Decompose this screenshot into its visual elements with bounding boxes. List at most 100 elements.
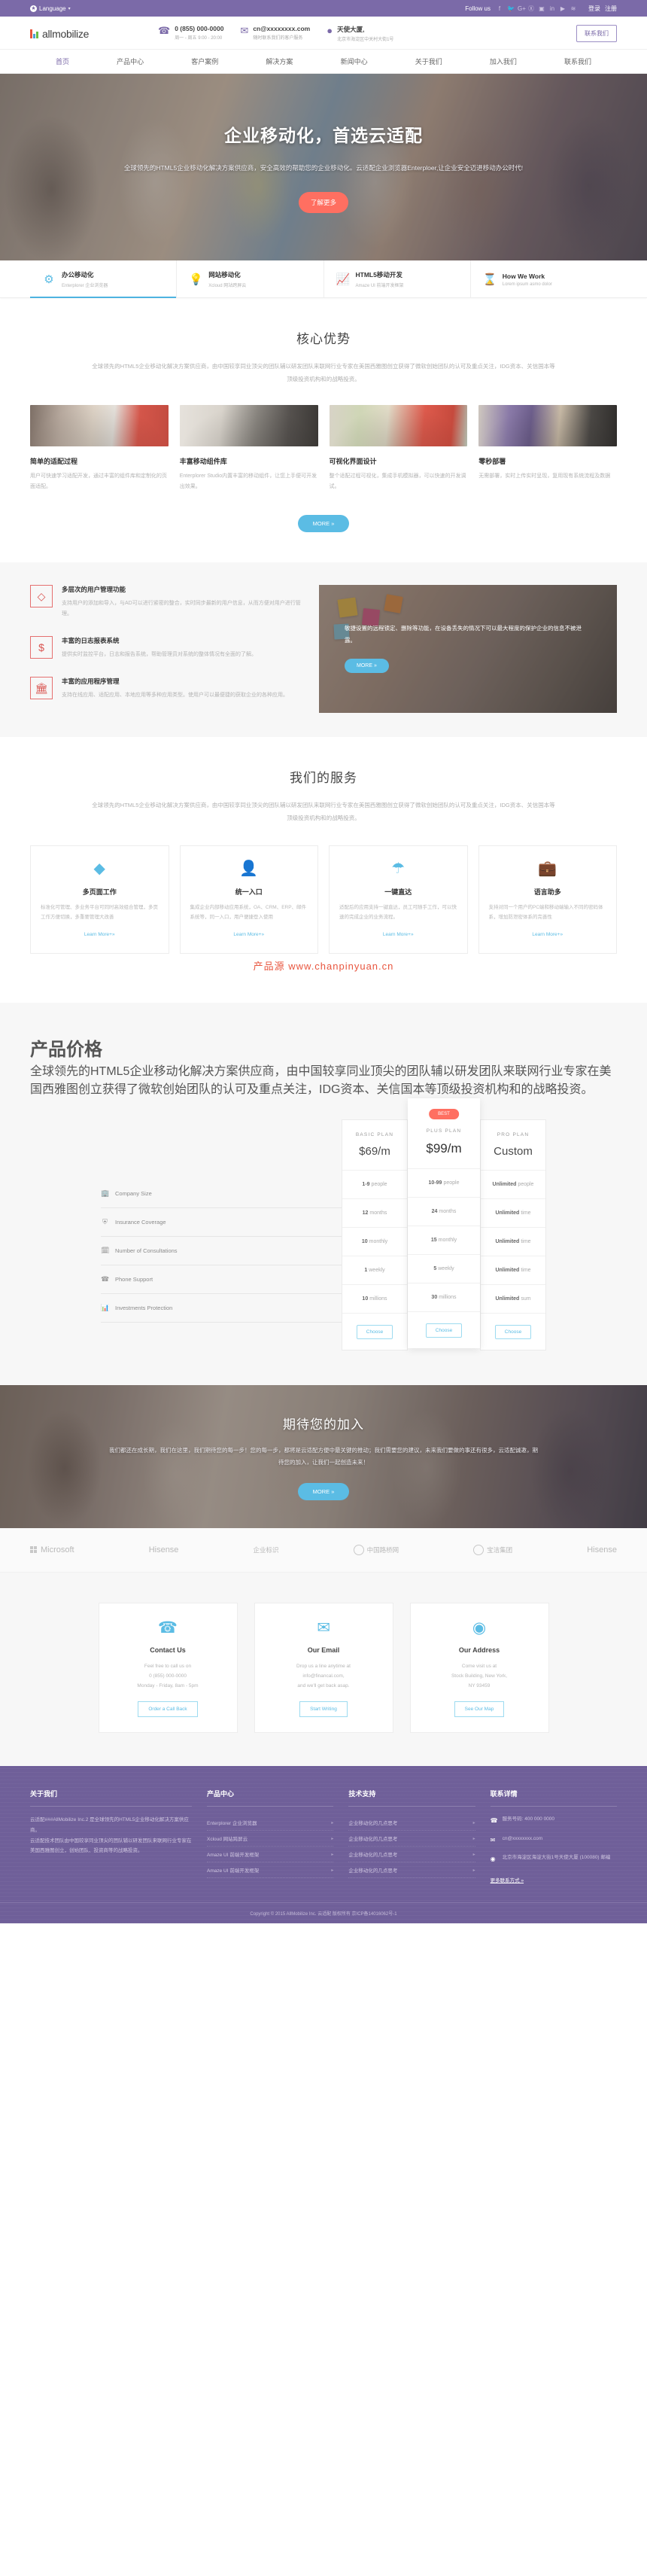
nav-item-about[interactable]: 关于我们 [412,50,445,73]
tab-how-we-work[interactable]: ⌛ How We Work Lorem ipsum asmo dolor [471,260,617,297]
chart-icon: 📊 [101,1304,110,1312]
plan-name: BASIC PLAN [355,1132,394,1138]
service-card-multilingual[interactable]: 💼 语言助多 支持对同一个用户的PC端和移动端输入不同的密码体系，增加防泄密体系… [478,845,617,955]
service-card-single-entry[interactable]: 👤 统一入口 集成企业内部移动应用系统，OA、CRM、ERP、邮件系统等，同一入… [179,845,318,955]
facebook-icon[interactable]: f [497,5,503,12]
footer-link[interactable]: 企业移动化的几点思考 ▸ [348,1862,475,1879]
nav-item-contact[interactable]: 联系我们 [561,50,594,73]
tab-html5-development[interactable]: 📈 HTML5移动开发 Amaze UI 前端开发框架 [324,260,471,297]
footer-link[interactable]: 企业移动化的几点思考 ▸ [348,1815,475,1832]
pricing-row-label: 🏢 Company Size [101,1180,342,1209]
seal-logo: 宝洁集团 [473,1545,512,1556]
feature-row-log-reports: $ 丰富的日志报表系统 提供实时监控平台，日志和报告系统，帮助管理员对系统的整体… [30,636,301,660]
cell-value: 24 [431,1209,438,1215]
feature-title: 丰富的应用程序管理 [62,677,120,685]
cell-value: 10-99 [428,1180,442,1186]
learn-more-link[interactable]: Learn More+» [84,932,115,937]
plan-cell: 10 monthly [342,1227,407,1256]
nav-item-cases[interactable]: 客户案例 [188,50,221,73]
card-title: 简单的适配过程 [30,458,78,465]
service-title: 语言助多 [533,888,561,896]
logo[interactable]: allmobilize [30,28,158,40]
more-contact-link[interactable]: 更多联系方式 » [491,1876,524,1883]
cell-value: Unlimited [495,1296,520,1302]
order-callback-button[interactable]: Order a Call Back [138,1701,198,1718]
plan-cell: 12 months [342,1198,407,1227]
windows-squares-icon [30,1546,38,1554]
instagram-icon[interactable]: ▣ [539,5,545,12]
pricing-plan-plus: BEST PLUS PLAN $99/m 10-99 people 24 month… [408,1098,480,1349]
cell-unit: millions [439,1295,457,1301]
youtube-icon[interactable]: ▶ [560,5,566,12]
footer-link[interactable]: 企业移动化的几点思考 ▸ [348,1831,475,1847]
cell-value: 15 [430,1238,437,1244]
card-body: Drop us a line anytime at info@financal.… [296,1664,351,1689]
watermark: 产品源 www.chanpinyuan.cn [30,958,617,973]
contact-text: 北京市海淀区海淀大街1号天使大厦 (100080) 邮编 [502,1854,611,1860]
join-more-button[interactable]: MORE » [297,1482,350,1500]
client-logos: Microsoft Hisense 企业标识 中国路桥网 宝洁集团 Hisens… [0,1528,647,1573]
cell-value: 10 [362,1296,369,1302]
register-link[interactable]: 注册 [605,5,617,13]
rss-icon[interactable]: ≋ [570,5,576,12]
learn-more-link[interactable]: Learn More+» [532,932,563,937]
nav-item-solutions[interactable]: 解决方案 [263,50,296,73]
feature-title: 丰富的日志报表系统 [62,637,120,644]
plan-cell: 1 weekly [342,1256,407,1284]
location-icon: ◉ [490,1855,496,1862]
nav-item-join[interactable]: 加入我们 [487,50,520,73]
user-icon: 👤 [239,860,259,877]
language-switcher[interactable]: ★ Language ▾ [30,5,71,12]
footer-link[interactable]: 企业移动化的几点思考 ▸ [348,1847,475,1863]
cell-value: 30 [431,1295,438,1301]
advantage-card[interactable]: 零秒部署 无需部署，实时上传实时呈现，复用现有系统流程及数据 [478,405,617,492]
pinterest-icon[interactable]: Ⓧ [528,5,534,13]
service-card-one-click[interactable]: ☂ 一键直达 适配后的应用支持一键直达，员工可随手工作，可以快速的完成企业的业务… [329,845,468,955]
link-label: 企业移动化的几点思考 [348,1868,398,1874]
header-contacts: ☎ 0 (855) 000-0000 周一 - 周五 9:00 - 20:00 … [158,25,576,42]
phone-icon: ☎ [101,1275,110,1283]
choose-plan-button[interactable]: Choose [356,1325,393,1340]
see-map-button[interactable]: See Our Map [454,1701,505,1718]
tab-office-mobilization[interactable]: ⚙ 办公移动化 Enterplorer 企业浏览器 [30,260,178,298]
contact-us-button[interactable]: 联系我们 [576,25,617,42]
nav-item-products[interactable]: 产品中心 [114,50,147,73]
advantage-card[interactable]: 可视化界面设计 整个适配过程可视化，集成手机模拟器，可以快速的开发调试。 [329,405,468,492]
choose-plan-button[interactable]: Choose [425,1323,463,1338]
tab-sub: Amaze UI 前端开发框架 [355,284,404,288]
service-card-multipage[interactable]: ◆ 多页面工作 标准化可管理、多业务平台可同时高效组合管理，多页工作方便切换，多… [30,845,169,955]
start-writing-button[interactable]: Start Writing [299,1701,348,1718]
twitter-icon[interactable]: 🐦 [507,5,515,12]
tab-website-mobilization[interactable]: 💡 网站移动化 Xcloud 网站跨屏云 [177,260,324,297]
card-title: 可视化界面设计 [329,458,377,465]
cell-unit: time [521,1268,531,1274]
google-plus-icon[interactable]: G+ [518,5,526,12]
footer-contact-email: ✉ cn@xxxxxxxx.com [491,1835,617,1846]
footer-link[interactable]: Xcloud 网站跨屏云 ▸ [207,1831,334,1847]
overlay-more-button[interactable]: MORE » [345,658,389,673]
nav-item-news[interactable]: 新闻中心 [338,50,371,73]
footer-link[interactable]: Enterplorer 企业浏览器 ▸ [207,1815,334,1832]
chevron-right-icon: ▸ [472,1820,475,1825]
row-label: Insurance Coverage [115,1219,166,1226]
choose-plan-button[interactable]: Choose [494,1325,532,1340]
hourglass-icon: ⌛ [482,273,497,286]
phone-icon: ☎ [490,1817,498,1825]
linkedin-icon[interactable]: in [549,5,555,12]
advantage-card[interactable]: 简单的适配过程 用户可快速学习适配开发，通过丰富的组件库和定制化的页面适配。 [30,405,169,492]
learn-more-link[interactable]: Learn More+» [383,932,414,937]
core-more-button[interactable]: MORE » [297,515,350,532]
footer-link[interactable]: Amaze UI 前端开发框架 ▸ [207,1862,334,1879]
tab-title: 办公移动化 [62,271,94,279]
row-label: Number of Consultations [115,1247,178,1255]
hero-cta-button[interactable]: 了解更多 [298,191,348,213]
learn-more-link[interactable]: Learn More+» [233,932,264,937]
nav-item-home[interactable]: 首页 [53,50,72,73]
service-body: 集成企业内部移动应用系统，OA、CRM、ERP、邮件系统等，同一入口，用户便捷登… [190,905,307,920]
footer-link[interactable]: Amaze UI 前端开发框架 ▸ [207,1847,334,1863]
service-title: 统一入口 [235,888,263,896]
advantage-card[interactable]: 丰富移动组件库 Enterplorer Studio内置丰富的移动组件，让您上手… [179,405,318,492]
login-link[interactable]: 登录 [588,5,600,13]
cell-value: 5 [433,1266,437,1272]
workspace-photo [478,405,617,446]
